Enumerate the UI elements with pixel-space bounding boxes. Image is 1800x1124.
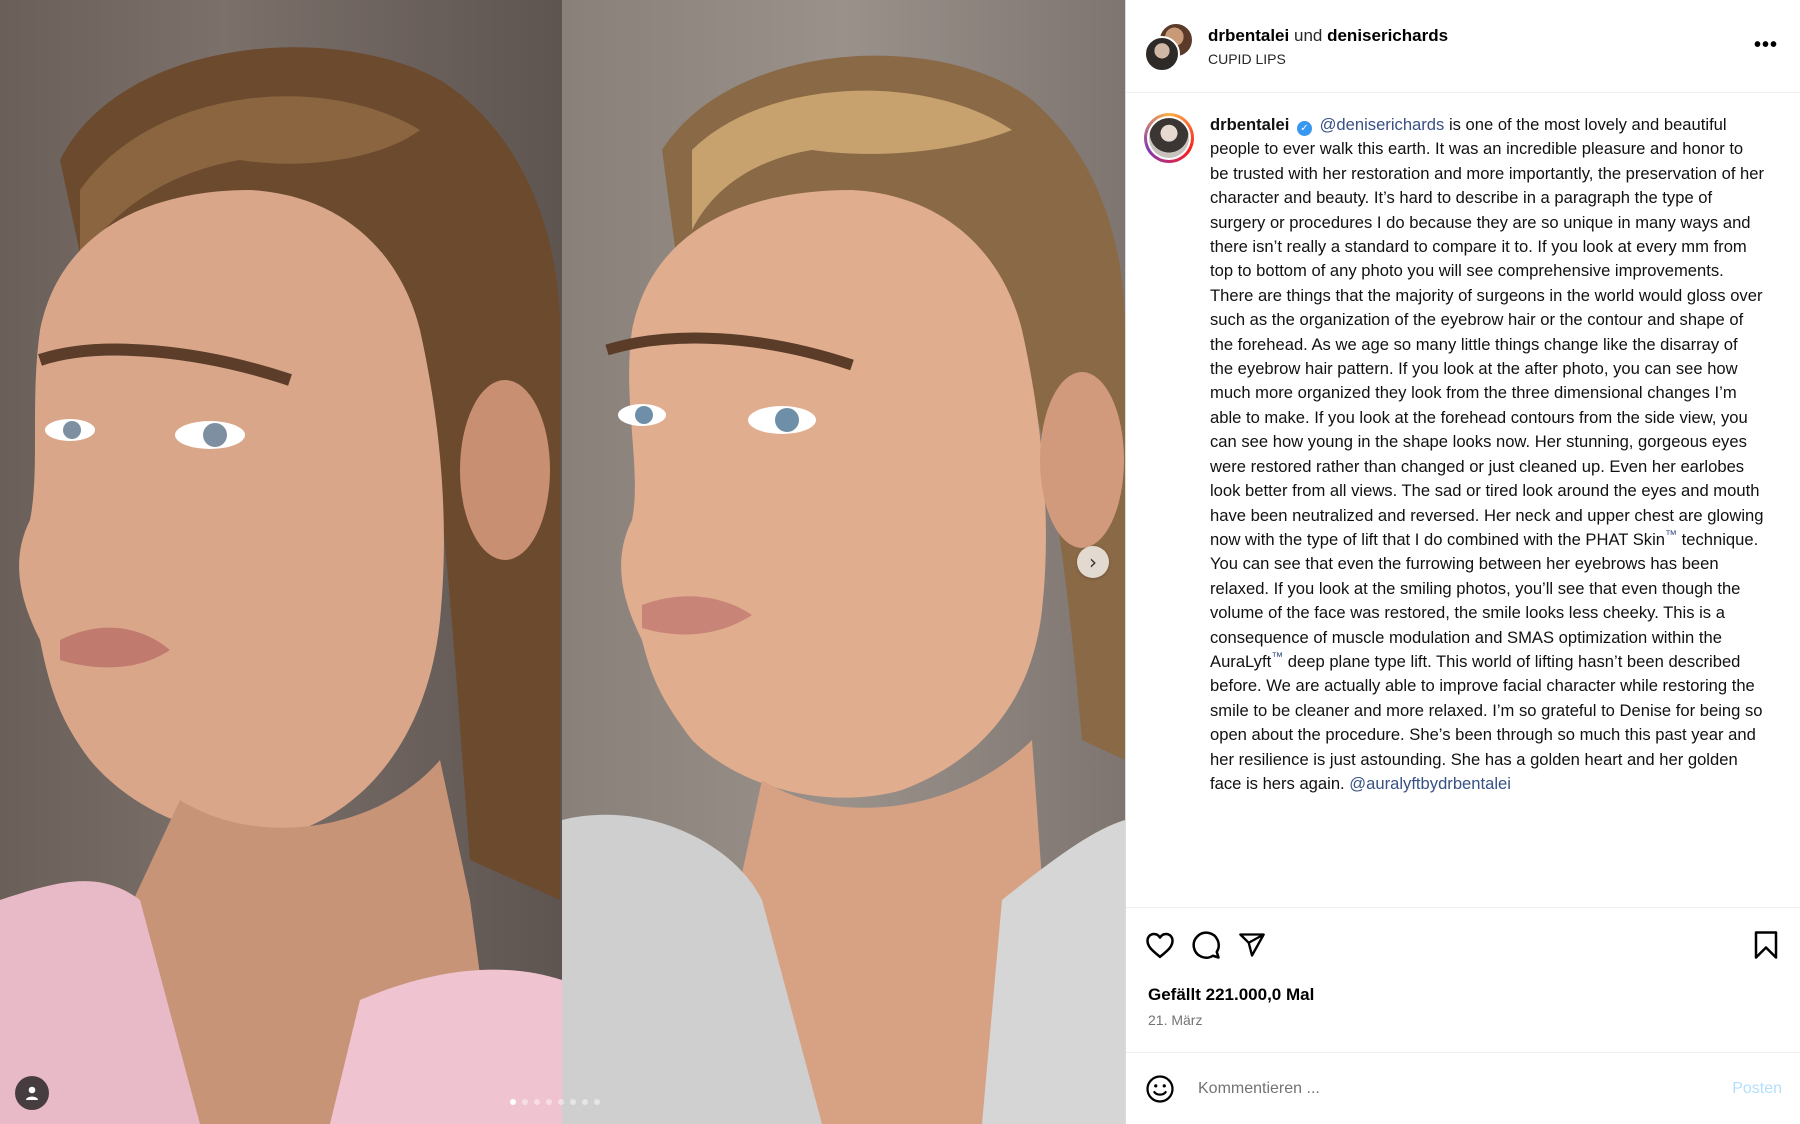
save-button[interactable] xyxy=(1748,927,1784,963)
comment-button[interactable] xyxy=(1188,927,1224,963)
post-side-panel: drbentalei und deniserichards CUPID LIPS… xyxy=(1125,0,1800,1124)
emoji-button[interactable] xyxy=(1144,1073,1176,1105)
before-photo xyxy=(0,0,562,1124)
carousel-indicator xyxy=(510,1099,600,1105)
post-modal: › drbentalei und deniserichards CUPID LI… xyxy=(0,0,1800,1124)
carousel-dot xyxy=(522,1099,528,1105)
username-link[interactable]: drbentalei xyxy=(1208,26,1289,45)
user-tag-icon xyxy=(26,1086,38,1100)
heart-icon xyxy=(1146,932,1174,958)
after-photo xyxy=(562,0,1125,1124)
collab-avatars[interactable] xyxy=(1144,22,1194,72)
collab-usernames: drbentalei und deniserichards xyxy=(1208,26,1448,46)
carousel-dot xyxy=(510,1099,516,1105)
comment-input[interactable] xyxy=(1196,1078,1733,1099)
carousel-dot xyxy=(558,1099,564,1105)
carousel-dot xyxy=(546,1099,552,1105)
caption-text: drbentalei ✓ @deniserichards is one of t… xyxy=(1210,113,1765,907)
carousel-dot xyxy=(594,1099,600,1105)
chevron-right-icon: › xyxy=(1089,550,1097,574)
mention-link[interactable]: @auralyftbydrbentalei xyxy=(1349,774,1511,793)
mention-link[interactable]: @deniserichards xyxy=(1320,115,1445,134)
post-header: drbentalei und deniserichards CUPID LIPS… xyxy=(1126,0,1800,93)
comment-bar: Posten xyxy=(1126,1052,1800,1124)
emoji-icon xyxy=(1146,1074,1174,1103)
tagged-users-button[interactable] xyxy=(15,1076,49,1110)
carousel-dot xyxy=(570,1099,576,1105)
trademark-mark: ™ xyxy=(1665,527,1678,542)
share-button[interactable] xyxy=(1234,927,1270,963)
carousel-next-button[interactable]: › xyxy=(1077,546,1109,578)
carousel-dot xyxy=(582,1099,588,1105)
more-options-icon[interactable]: ••• xyxy=(1754,34,1778,57)
username-link[interactable]: drbentalei xyxy=(1210,115,1289,134)
avatar[interactable] xyxy=(1144,113,1194,163)
share-icon xyxy=(1239,932,1265,957)
trademark-mark: ™ xyxy=(1271,649,1284,664)
comment-icon xyxy=(1192,930,1220,959)
action-bar xyxy=(1126,907,1800,981)
carousel-dot xyxy=(534,1099,540,1105)
username-link[interactable]: deniserichards xyxy=(1327,26,1448,45)
like-count[interactable]: Gefällt 221.000,0 Mal xyxy=(1126,985,1800,1005)
post-comment-button[interactable]: Posten xyxy=(1732,1080,1782,1098)
caption-body: deep plane type lift. This world of lift… xyxy=(1210,651,1763,793)
like-button[interactable] xyxy=(1142,927,1178,963)
caption-body: technique. You can see that even the fur… xyxy=(1210,529,1759,671)
caption-section: drbentalei ✓ @deniserichards is one of t… xyxy=(1126,93,1800,907)
verified-badge-icon: ✓ xyxy=(1296,121,1312,136)
post-date[interactable]: 21. März xyxy=(1126,1012,1800,1052)
caption-body: is one of the most lovely and beautiful … xyxy=(1210,115,1765,549)
avatar[interactable] xyxy=(1144,36,1180,72)
connector-text: und xyxy=(1293,25,1323,45)
post-subtitle[interactable]: CUPID LIPS xyxy=(1208,51,1448,67)
bookmark-icon xyxy=(1754,930,1778,959)
post-media-carousel[interactable]: › xyxy=(0,0,1125,1124)
